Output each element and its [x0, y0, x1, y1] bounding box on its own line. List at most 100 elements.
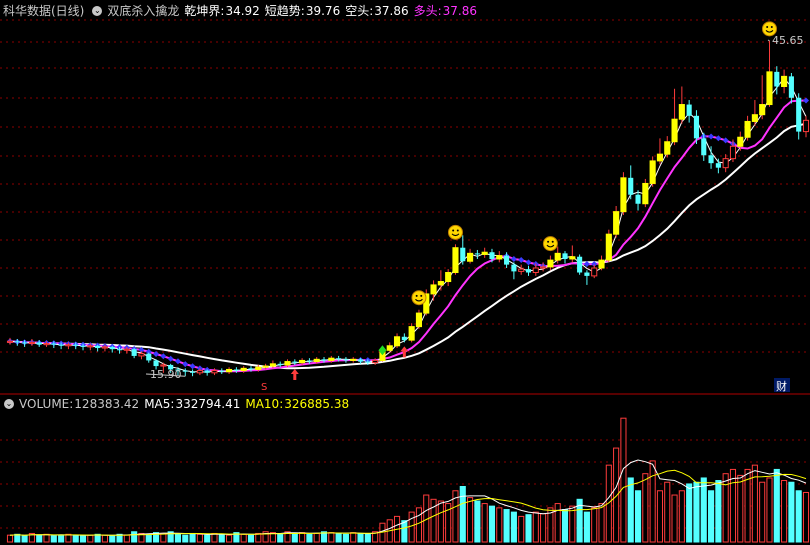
kline-chart[interactable]: 45.65 15.90 S 财	[0, 0, 810, 545]
candle-body	[481, 251, 488, 255]
smiley-eye	[547, 240, 550, 243]
candle-body	[80, 345, 86, 347]
candle-body	[671, 118, 678, 143]
smiley-eye	[770, 26, 773, 29]
candle-body	[708, 155, 714, 164]
volume-bar	[437, 500, 444, 543]
volume-bar	[357, 532, 364, 543]
candle-body	[584, 272, 590, 276]
candle-body	[518, 268, 525, 272]
candle-body	[22, 342, 28, 344]
smiley-icon	[411, 290, 427, 306]
candle-body	[547, 259, 554, 268]
candle-body	[577, 256, 583, 273]
volume-bar	[781, 480, 788, 543]
volume-bar	[583, 511, 590, 543]
candle-body	[408, 326, 415, 341]
candle-body	[51, 343, 57, 345]
volume-bar	[459, 485, 466, 543]
volume-bar	[715, 480, 722, 543]
trend-diamond	[803, 97, 809, 104]
candle-body	[504, 255, 510, 265]
candle-body	[138, 353, 145, 357]
smiley-eye	[456, 229, 459, 232]
smiley-eye	[766, 26, 769, 29]
volume-bar	[569, 505, 576, 543]
candle-body	[190, 371, 196, 373]
volume-bar	[788, 481, 795, 543]
volume-bar	[50, 535, 57, 543]
trend-diamond	[715, 135, 722, 142]
volume-bar	[591, 507, 598, 543]
volume-bar	[109, 535, 116, 543]
volume-bar	[729, 468, 737, 543]
volume-bar	[686, 483, 693, 543]
volume-bar	[306, 533, 313, 543]
volume-bar	[540, 513, 547, 543]
candle-body	[116, 349, 123, 351]
candle-body	[613, 211, 620, 235]
candle-body	[766, 71, 773, 106]
candle-body	[386, 345, 393, 351]
candle-body	[36, 342, 42, 345]
candle-body	[292, 361, 298, 363]
candle-body	[635, 194, 641, 204]
candle-body	[28, 341, 35, 345]
volume-bar	[328, 532, 335, 543]
candle-body	[262, 365, 269, 368]
cai-marker[interactable]: 财	[776, 379, 787, 393]
volume-bar	[525, 514, 532, 543]
volume-bar	[554, 503, 561, 543]
candle-body	[649, 160, 656, 184]
volume-bar	[335, 532, 342, 543]
volume-bar	[123, 534, 130, 543]
candle-body	[284, 361, 291, 366]
volume-bar	[291, 532, 298, 543]
candle-body	[401, 336, 407, 341]
trend-diamond	[160, 353, 167, 360]
volume-bar	[598, 503, 605, 543]
trend-diamond	[525, 259, 532, 266]
candle-body	[511, 264, 517, 272]
high-price-label: 45.65	[772, 34, 804, 47]
candle-body	[101, 346, 108, 349]
candle-body	[350, 358, 357, 361]
candle-body	[43, 343, 50, 346]
smiley-face	[411, 290, 427, 306]
volume-bar	[656, 490, 664, 543]
candlesticks	[6, 40, 810, 377]
buy-arrow-icon	[290, 368, 299, 380]
volume-bar	[496, 507, 503, 543]
candle-body	[415, 312, 423, 328]
volume-bar	[277, 533, 284, 543]
candle-body	[211, 370, 218, 374]
candle-body	[467, 252, 474, 262]
candle-body	[160, 364, 167, 367]
volume-bar	[518, 515, 525, 543]
candle-body	[357, 359, 364, 362]
candle-body	[701, 138, 707, 156]
volume-bar	[671, 494, 678, 543]
trend-diamond	[153, 350, 160, 357]
volume-bar	[21, 535, 28, 543]
volume-bar	[43, 533, 50, 543]
candle-body	[58, 344, 64, 346]
candle-body	[299, 359, 306, 364]
candle-body	[460, 247, 466, 262]
trend-diamond	[722, 137, 729, 144]
s-marker: S	[261, 382, 267, 393]
candle-body	[430, 284, 437, 295]
candle-body	[277, 363, 283, 365]
candle-body	[204, 370, 210, 373]
candle-body	[219, 370, 225, 372]
volume-bar	[510, 511, 517, 543]
candle-body	[759, 104, 766, 116]
candle-body	[306, 360, 312, 362]
volume-bar	[642, 473, 649, 543]
candle-body	[774, 71, 780, 87]
volume-bar	[58, 534, 65, 543]
candle-body	[751, 114, 758, 122]
candle-body	[65, 344, 72, 347]
trend-diamond	[510, 255, 517, 262]
candle-body	[87, 345, 94, 348]
